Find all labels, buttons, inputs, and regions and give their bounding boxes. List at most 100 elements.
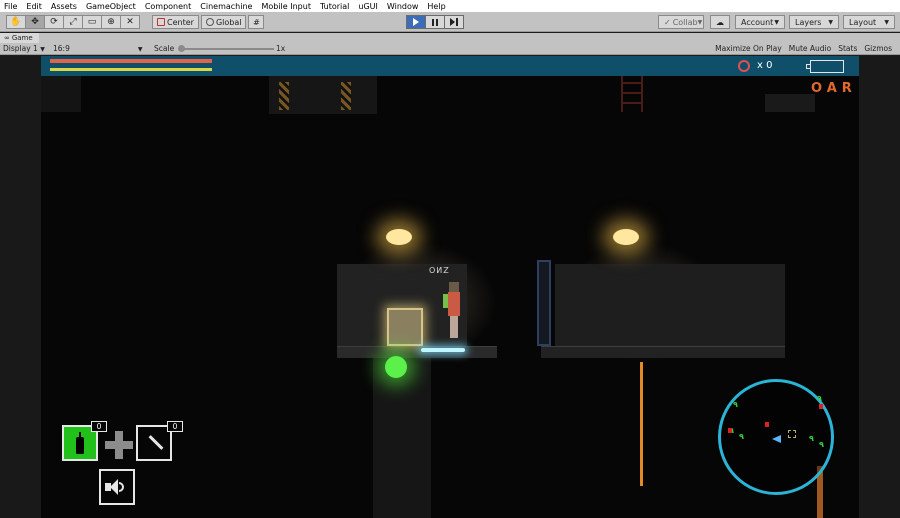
aspect-label: 16:9 [53, 44, 70, 53]
minimap-marker: ٩ [733, 400, 738, 409]
menu-cinemachine[interactable]: Cinemachine [200, 2, 252, 11]
grid-icon: # [253, 17, 260, 27]
move-tool-icon[interactable]: ✥ [25, 15, 45, 29]
stamina-bar [50, 68, 212, 71]
scale-value: 1x [276, 44, 286, 53]
menu-edit[interactable]: Edit [26, 2, 42, 11]
tab-game-label: Game [11, 34, 33, 42]
layout-label: Layout [849, 17, 877, 27]
display-label: Display 1 [3, 44, 38, 53]
battery-icon [806, 60, 844, 73]
back-wall [555, 264, 785, 346]
menu-file[interactable]: File [4, 2, 17, 11]
game-view-icon: ∞ [4, 34, 10, 42]
space-label: Global [215, 17, 242, 27]
game-view-toolbar: Display 1 ▼ 16:9 ▼ Scale 1x Maximize On P… [0, 43, 900, 55]
menu-help[interactable]: Help [427, 2, 445, 11]
minimap-marker: ٩ [809, 434, 814, 443]
sound-toggle-button[interactable] [99, 469, 135, 505]
transform-tools: ✋ ✥ ⟳ ⤢ ▭ ⊕ ✕ [6, 15, 140, 29]
menu-ugui[interactable]: uGUI [358, 2, 377, 11]
hazard-stripe [279, 82, 289, 110]
collab-check-icon: ✓ [664, 17, 671, 27]
pivot-label: Center [167, 17, 194, 27]
minimap-enemy [765, 422, 769, 427]
chevron-down-icon: ▼ [137, 46, 143, 53]
aspect-dropdown[interactable]: 16:9 ▼ [53, 44, 142, 53]
chevron-down-icon: ▼ [884, 18, 889, 26]
bottle-icon [76, 432, 84, 454]
character-label: ОИZ [429, 266, 450, 275]
display-dropdown[interactable]: Display 1 ▼ [3, 44, 45, 53]
chevron-down-icon: ▼ [774, 18, 779, 26]
door [537, 260, 551, 346]
menu-bar: File Edit Assets GameObject Component Ci… [0, 0, 900, 12]
cloud-button[interactable]: ☁ [710, 15, 730, 29]
pause-button[interactable] [425, 15, 445, 29]
green-orb [385, 356, 407, 378]
step-icon [450, 18, 458, 26]
globe-icon [205, 18, 214, 26]
layout-dropdown[interactable]: Layout ▼ [843, 15, 895, 29]
game-view: ОИZ x 0 OAR 0 0 ٩ ٩ ٩ ٩ ٩ [0, 56, 900, 518]
rect-tool-icon[interactable]: ▭ [82, 15, 102, 29]
cloud-icon: ☁ [716, 17, 724, 27]
speaker-icon [105, 477, 129, 497]
menu-assets[interactable]: Assets [51, 2, 77, 11]
wall-block [765, 94, 815, 112]
wall-lamp [613, 229, 639, 245]
hazard-stripe [341, 82, 351, 110]
stats-toggle[interactable]: Stats [838, 44, 857, 53]
scale-slider-track[interactable] [182, 48, 274, 50]
scale-label: Scale [154, 44, 175, 53]
mute-audio-toggle[interactable]: Mute Audio [789, 44, 831, 53]
grid-snap-button[interactable]: # [248, 15, 265, 29]
play-button[interactable] [406, 15, 426, 29]
chevron-down-icon: ▼ [40, 46, 45, 53]
rotate-tool-icon[interactable]: ⟳ [44, 15, 64, 29]
menu-tutorial[interactable]: Tutorial [320, 2, 349, 11]
health-bar [50, 59, 212, 63]
hover-board [421, 348, 465, 352]
wall-lamp [386, 229, 412, 245]
game-viewport[interactable]: ОИZ x 0 OAR 0 0 ٩ ٩ ٩ ٩ ٩ [41, 56, 859, 518]
corner-text: OAR [811, 81, 857, 96]
collab-dropdown[interactable]: ✓ Collab ▼ [658, 15, 704, 29]
pivot-toggle[interactable]: Center [152, 15, 199, 29]
crate [387, 308, 423, 346]
ring-count: x 0 [757, 60, 773, 71]
scale-slider-knob[interactable] [178, 45, 185, 52]
step-button[interactable] [444, 15, 464, 29]
scale-tool-icon[interactable]: ⤢ [63, 15, 83, 29]
player-character [443, 282, 461, 344]
menu-gameobject[interactable]: GameObject [86, 2, 136, 11]
menu-component[interactable]: Component [145, 2, 191, 11]
dpad-icon[interactable] [105, 431, 133, 459]
layers-dropdown[interactable]: Layers ▼ [789, 15, 839, 29]
menu-window[interactable]: Window [387, 2, 419, 11]
pause-icon [432, 18, 438, 26]
transform-tool-icon[interactable]: ⊕ [101, 15, 121, 29]
hanging-rope [640, 362, 643, 486]
custom-tool-icon[interactable]: ✕ [120, 15, 140, 29]
game-tab-bar: ∞ Game [0, 33, 900, 43]
minimap-enemy [728, 428, 732, 433]
tab-game[interactable]: ∞ Game [0, 33, 39, 43]
menu-mobile-input[interactable]: Mobile Input [261, 2, 311, 11]
chevron-down-icon: ▼ [697, 18, 703, 26]
collab-label: Collab [672, 17, 698, 27]
hud-top-bar: x 0 [41, 56, 859, 76]
maximize-on-play-toggle[interactable]: Maximize On Play [715, 44, 782, 53]
minimap-player-icon [772, 435, 781, 443]
minimap-target [788, 430, 796, 438]
layers-label: Layers [795, 17, 822, 27]
gizmos-dropdown[interactable]: Gizmos [864, 44, 892, 53]
wall-block [41, 76, 81, 112]
account-dropdown[interactable]: Account ▼ [735, 15, 785, 29]
hand-tool-icon[interactable]: ✋ [6, 15, 26, 29]
minimap-marker: ٩ [739, 432, 744, 441]
main-toolbar: ✋ ✥ ⟳ ⤢ ▭ ⊕ ✕ Center Global # ✓ Collab ▼ ☁… [0, 12, 900, 32]
play-icon [413, 18, 419, 26]
account-label: Account [741, 17, 774, 27]
space-toggle[interactable]: Global [200, 15, 247, 29]
